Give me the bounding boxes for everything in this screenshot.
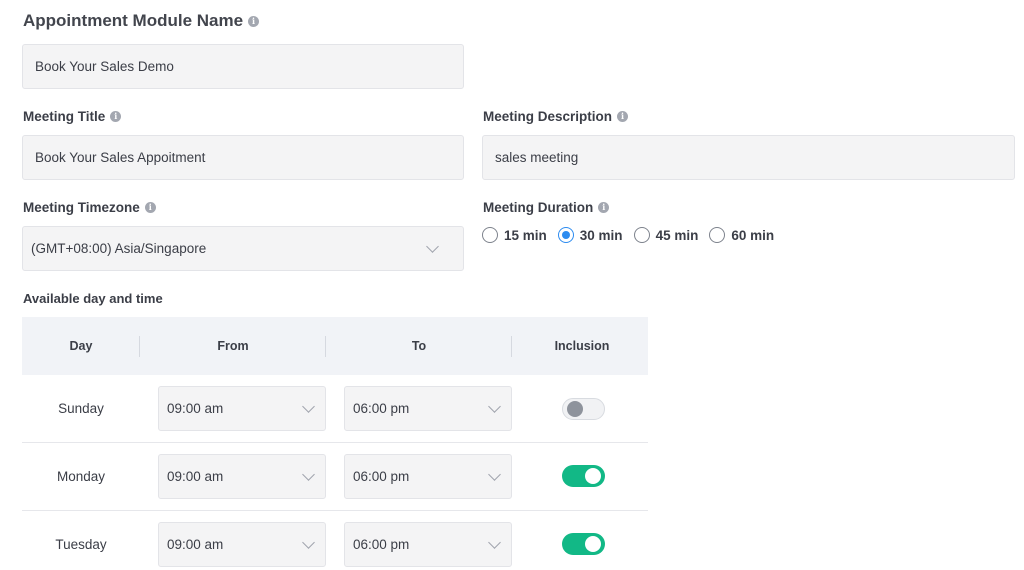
info-icon[interactable]: i bbox=[617, 111, 629, 122]
info-icon[interactable]: i bbox=[248, 15, 260, 27]
to-time-value: 06:00 pm bbox=[353, 401, 410, 416]
day-cell: Monday bbox=[56, 469, 106, 484]
duration-option-30[interactable]: 30 min bbox=[557, 227, 623, 243]
table-header: Day From To Inclusion bbox=[22, 317, 648, 375]
day-cell: Tuesday bbox=[55, 537, 107, 552]
day-cell: Sunday bbox=[58, 401, 104, 416]
chevron-down-icon bbox=[302, 535, 315, 549]
from-time-select[interactable]: 09:00 am bbox=[158, 522, 326, 567]
table-row: Sunday 09:00 am 06:00 pm bbox=[22, 375, 648, 443]
info-icon[interactable]: i bbox=[598, 202, 610, 213]
module-name-value: Book Your Sales Demo bbox=[35, 59, 174, 74]
meeting-description-value: sales meeting bbox=[495, 150, 579, 165]
from-time-select[interactable]: 09:00 am bbox=[158, 454, 326, 499]
meeting-title-heading: Meeting Title i bbox=[23, 109, 122, 124]
duration-option-15[interactable]: 15 min bbox=[482, 227, 547, 243]
module-name-heading: Appointment Module Name i bbox=[23, 11, 260, 31]
to-time-select[interactable]: 06:00 pm bbox=[344, 522, 512, 567]
meeting-description-input[interactable]: sales meeting bbox=[482, 135, 1015, 180]
to-time-value: 06:00 pm bbox=[353, 469, 410, 484]
availability-table: Day From To Inclusion Sunday 09:00 am 06… bbox=[22, 317, 648, 570]
from-time-select[interactable]: 09:00 am bbox=[158, 386, 326, 431]
inclusion-toggle[interactable] bbox=[562, 533, 605, 555]
availability-heading: Available day and time bbox=[23, 291, 163, 306]
toggle-knob bbox=[567, 401, 583, 417]
from-time-value: 09:00 am bbox=[167, 401, 224, 416]
info-icon[interactable]: i bbox=[110, 111, 122, 122]
radio-button[interactable] bbox=[709, 227, 726, 243]
duration-option-label: 60 min bbox=[731, 227, 775, 243]
table-row: Monday 09:00 am 06:00 pm bbox=[22, 443, 648, 511]
chevron-down-icon bbox=[302, 399, 315, 413]
chevron-down-icon bbox=[488, 467, 501, 481]
toggle-knob bbox=[585, 536, 601, 552]
meeting-timezone-heading: Meeting Timezone i bbox=[23, 200, 156, 215]
chevron-down-icon bbox=[426, 239, 439, 253]
from-time-value: 09:00 am bbox=[167, 469, 224, 484]
info-icon[interactable]: i bbox=[144, 202, 156, 213]
meeting-duration-radio-group: 15 min 30 min 45 min 60 min bbox=[482, 227, 774, 243]
to-time-select[interactable]: 06:00 pm bbox=[344, 386, 512, 431]
meeting-title-input[interactable]: Book Your Sales Appoitment bbox=[22, 135, 464, 180]
column-header-day: Day bbox=[69, 339, 93, 353]
chevron-down-icon bbox=[488, 399, 501, 413]
radio-button-selected[interactable] bbox=[557, 227, 574, 243]
meeting-title-value: Book Your Sales Appoitment bbox=[35, 150, 206, 165]
meeting-timezone-select[interactable]: (GMT+08:00) Asia/Singapore bbox=[22, 226, 464, 271]
meeting-title-label: Meeting Title bbox=[23, 109, 106, 124]
meeting-duration-label: Meeting Duration bbox=[483, 200, 594, 215]
duration-option-label: 30 min bbox=[579, 227, 623, 243]
duration-option-label: 45 min bbox=[655, 227, 699, 243]
meeting-timezone-value: (GMT+08:00) Asia/Singapore bbox=[31, 241, 207, 256]
column-header-from: From bbox=[217, 339, 249, 353]
module-name-input[interactable]: Book Your Sales Demo bbox=[22, 44, 464, 89]
duration-option-label: 15 min bbox=[504, 227, 547, 243]
duration-option-45[interactable]: 45 min bbox=[633, 227, 699, 243]
to-time-value: 06:00 pm bbox=[353, 537, 410, 552]
meeting-description-heading: Meeting Description i bbox=[483, 109, 629, 124]
column-header-to: To bbox=[411, 339, 427, 353]
module-name-label: Appointment Module Name bbox=[23, 11, 244, 30]
toggle-knob bbox=[585, 468, 601, 484]
from-time-value: 09:00 am bbox=[167, 537, 224, 552]
inclusion-toggle[interactable] bbox=[562, 398, 605, 420]
radio-button[interactable] bbox=[633, 227, 650, 243]
meeting-description-label: Meeting Description bbox=[483, 109, 613, 124]
table-row: Tuesday 09:00 am 06:00 pm bbox=[22, 511, 648, 570]
meeting-timezone-label: Meeting Timezone bbox=[23, 200, 140, 215]
to-time-select[interactable]: 06:00 pm bbox=[344, 454, 512, 499]
meeting-duration-heading: Meeting Duration i bbox=[483, 200, 610, 215]
column-header-inclusion: Inclusion bbox=[554, 339, 610, 353]
duration-option-60[interactable]: 60 min bbox=[709, 227, 774, 243]
radio-button[interactable] bbox=[482, 227, 498, 243]
chevron-down-icon bbox=[302, 467, 315, 481]
chevron-down-icon bbox=[488, 535, 501, 549]
inclusion-toggle[interactable] bbox=[562, 465, 605, 487]
